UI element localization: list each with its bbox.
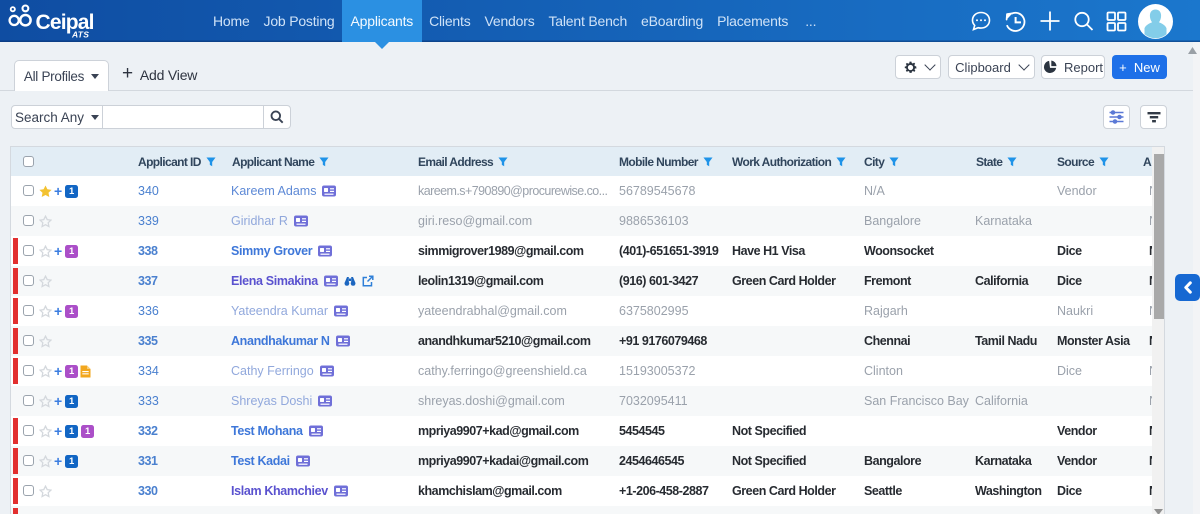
svg-text:ATS: ATS [71,30,89,40]
